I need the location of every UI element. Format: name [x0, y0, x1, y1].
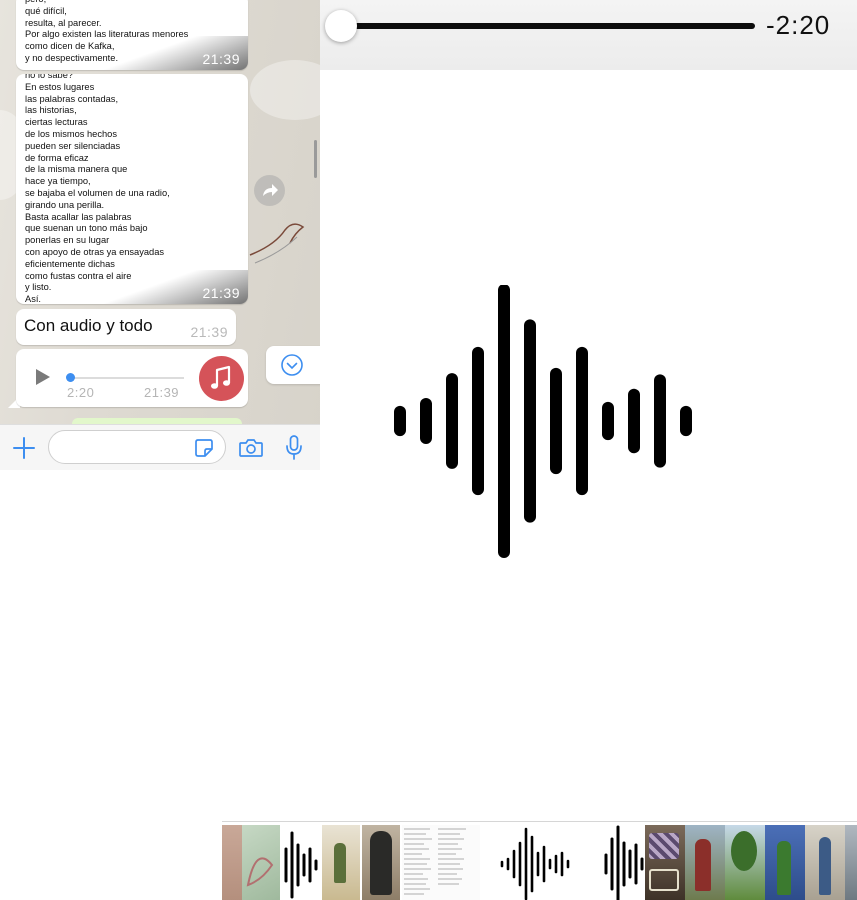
scrollbar[interactable] [314, 140, 317, 178]
frame-thumbnail[interactable] [242, 825, 280, 900]
frame-thumbnail[interactable] [725, 825, 765, 900]
message-line: En estos lugares [25, 81, 95, 92]
audio-message[interactable]: 2:20 21:39 [16, 349, 248, 407]
message-input-bar [0, 424, 320, 470]
scroll-to-bottom-button[interactable] [266, 346, 320, 384]
message-timestamp: 21:39 [202, 285, 240, 301]
message-bubble[interactable]: pero,qué difícil,resulta, al parecer.Por… [16, 0, 248, 70]
audio-duration: 2:20 [67, 385, 95, 400]
message-timestamp: 21:39 [202, 51, 240, 67]
frame-thumbnail[interactable] [362, 825, 400, 900]
frame-thumbnail[interactable] [222, 825, 242, 900]
media-player-bar: -2:20 [320, 0, 857, 70]
play-icon[interactable] [36, 369, 50, 385]
frame-thumbnail[interactable] [402, 825, 480, 900]
frame-thumbnail[interactable] [685, 825, 725, 900]
message-line: con apoyo de otras ya ensayadas [25, 246, 165, 257]
message-line: hace ya tiempo, [25, 176, 91, 187]
frame-thumbnail[interactable] [322, 825, 360, 900]
wallpaper-wire-decoration [249, 223, 305, 264]
frame-thumbnail[interactable] [482, 825, 602, 900]
sound-wave-icon [604, 825, 644, 900]
message-line: las historias, [25, 105, 77, 116]
message-bubble[interactable]: no lo sabe? En estos lugares las palabras … [16, 74, 248, 304]
message-line: que suenan un tono más bajo [25, 223, 148, 234]
sticker-icon[interactable] [194, 438, 214, 458]
frame-thumbnail[interactable] [645, 825, 685, 900]
message-line: ciertas lecturas [25, 117, 88, 128]
frame-thumbnail[interactable] [602, 825, 644, 900]
sound-wave-icon [284, 831, 318, 899]
chat-screenshot: pero,qué difícil,resulta, al parecer.Por… [0, 0, 320, 470]
chevron-down-icon [281, 354, 303, 376]
message-line: resulta, al parecer. [25, 17, 102, 28]
sound-wave-icon [500, 827, 570, 900]
filmstrip[interactable] [222, 821, 857, 900]
message-line: Basta acallar las palabras [25, 211, 132, 222]
audio-progress-track[interactable] [69, 377, 184, 379]
playback-scrubber-handle[interactable] [325, 10, 357, 42]
message-line: girando una perilla. [25, 199, 105, 210]
frame-thumbnail[interactable] [845, 825, 857, 900]
playback-progress-track[interactable] [340, 23, 755, 29]
message-line: se bajaba el volumen de una radio, [25, 187, 170, 198]
audio-scrubber-handle[interactable] [66, 373, 75, 382]
message-line: pueden ser silenciadas [25, 140, 121, 151]
camera-icon[interactable] [238, 436, 264, 460]
sound-wave-icon [394, 285, 692, 558]
message-text: Con audio y todo [24, 316, 153, 335]
screen: pero,qué difícil,resulta, al parecer.Por… [0, 0, 857, 900]
plus-icon[interactable] [12, 436, 36, 460]
message-line: qué difícil, [25, 5, 67, 16]
message-line: de forma eficaz [25, 152, 89, 163]
frame-thumbnail[interactable] [765, 825, 805, 900]
message-timestamp: 21:39 [190, 324, 228, 340]
remaining-time: -2:20 [766, 10, 831, 40]
message-line: las palabras contadas, [25, 93, 119, 104]
message-line: eficientemente dichas [25, 258, 115, 269]
microphone-icon[interactable] [284, 435, 304, 461]
message-line: de los mismos hechos [25, 128, 117, 139]
message-line: de la misma manera que [25, 164, 128, 175]
wallpaper-shape [250, 60, 320, 120]
frame-thumbnail[interactable] [805, 825, 845, 900]
frame-thumbnail[interactable] [280, 825, 322, 900]
message-bubble[interactable]: Con audio y todo 21:39 [16, 309, 236, 345]
message-line: no lo sabe? [25, 74, 74, 80]
forward-arrow-icon[interactable] [254, 175, 285, 206]
music-note-icon [199, 356, 244, 401]
message-line: ponerlas en su lugar [25, 235, 110, 246]
message-timestamp: 21:39 [144, 385, 180, 400]
